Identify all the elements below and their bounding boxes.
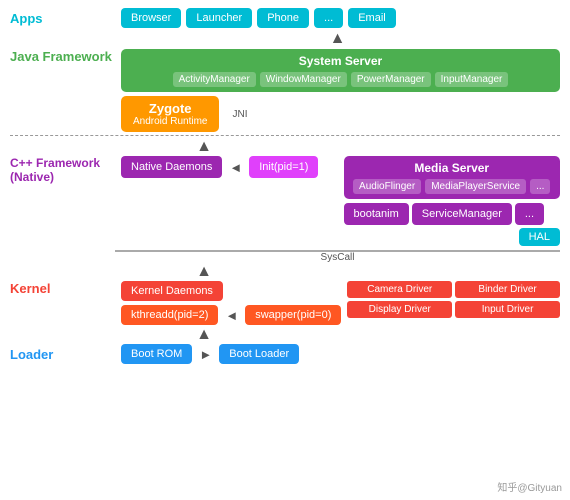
java-framework-content: System Server ActivityManager WindowMana… bbox=[121, 49, 560, 132]
boot-row: Boot ROM ► Boot Loader bbox=[121, 344, 560, 364]
kernel-left: Kernel Daemons kthreadd(pid=2) ◄ swapper… bbox=[121, 281, 341, 325]
cpp-right: Media Server AudioFlinger MediaPlayerSer… bbox=[344, 156, 561, 246]
audio-flinger: AudioFlinger bbox=[353, 179, 421, 194]
java-framework-label: Java Framework bbox=[10, 49, 115, 64]
kernel-right: Camera Driver Binder Driver Display Driv… bbox=[347, 281, 560, 318]
kernel-label: Kernel bbox=[10, 281, 115, 296]
service-manager-box: ServiceManager bbox=[412, 203, 512, 225]
zygote-title: Zygote bbox=[133, 101, 207, 116]
java-framework-layer: Java Framework System Server ActivityMan… bbox=[10, 49, 560, 132]
driver-grid: Camera Driver Binder Driver Display Driv… bbox=[347, 281, 560, 318]
boot-rom-box: Boot ROM bbox=[121, 344, 192, 364]
media-server-items: AudioFlinger MediaPlayerService ... bbox=[352, 179, 553, 194]
window-manager: WindowManager bbox=[260, 72, 347, 87]
media-server-box: Media Server AudioFlinger MediaPlayerSer… bbox=[344, 156, 561, 199]
apps-layer: Apps Browser Launcher Phone ... Email bbox=[10, 8, 560, 28]
kernel-daemons-row: Kernel Daemons bbox=[121, 281, 341, 301]
hal-box: HAL bbox=[519, 228, 560, 246]
binder-driver: Binder Driver bbox=[455, 281, 560, 298]
bootanim-box: bootanim bbox=[344, 203, 409, 225]
apps-content: Browser Launcher Phone ... Email bbox=[121, 8, 560, 28]
phone-box: Phone bbox=[257, 8, 309, 28]
watermark: 知乎@Gityuan bbox=[497, 479, 562, 494]
cpp-framework-label: C++ Framework (Native) bbox=[10, 156, 115, 184]
zygote-row: Zygote Android Runtime JNI bbox=[121, 96, 560, 132]
bootanim-row: bootanim ServiceManager ... bbox=[344, 203, 561, 225]
loader-content: Boot ROM ► Boot Loader bbox=[121, 344, 560, 364]
display-driver: Display Driver bbox=[347, 301, 452, 318]
media-player-service: MediaPlayerService bbox=[425, 179, 526, 194]
power-manager: PowerManager bbox=[351, 72, 431, 87]
launcher-box: Launcher bbox=[186, 8, 252, 28]
email-box: Email bbox=[348, 8, 396, 28]
media-server-title: Media Server bbox=[352, 161, 553, 175]
kthreadd-box: kthreadd(pid=2) bbox=[121, 305, 218, 325]
zygote-box: Zygote Android Runtime bbox=[121, 96, 219, 132]
syscall-row: SysCall bbox=[10, 248, 560, 263]
camera-driver: Camera Driver bbox=[347, 281, 452, 298]
system-server-items: ActivityManager WindowManager PowerManag… bbox=[129, 72, 552, 87]
kthreadd-row: kthreadd(pid=2) ◄ swapper(pid=0) bbox=[121, 305, 341, 325]
apps-row: Browser Launcher Phone ... Email bbox=[121, 8, 560, 28]
cpp-framework-content: Native Daemons ◄ Init(pid=1) Media Serve… bbox=[121, 156, 560, 246]
hal-row: HAL bbox=[344, 228, 561, 246]
native-daemons-row: Native Daemons ◄ Init(pid=1) bbox=[121, 156, 338, 178]
jni-label: JNI bbox=[232, 109, 247, 120]
apps-to-java-arrow: ▲ bbox=[10, 31, 560, 47]
android-architecture-diagram: Apps Browser Launcher Phone ... Email ▲ … bbox=[0, 0, 570, 500]
loader-arrow: ► bbox=[199, 347, 212, 362]
syscall-label: SysCall bbox=[115, 252, 560, 263]
apps-label: Apps bbox=[10, 11, 115, 26]
cpp-framework-layer: C++ Framework (Native) Native Daemons ◄ … bbox=[10, 156, 560, 246]
browser-box: Browser bbox=[121, 8, 181, 28]
kernel-layer: Kernel Kernel Daemons kthreadd(pid=2) ◄ … bbox=[10, 281, 560, 325]
cpp-left: Native Daemons ◄ Init(pid=1) bbox=[121, 156, 338, 182]
activity-manager: ActivityManager bbox=[173, 72, 256, 87]
media-dots: ... bbox=[530, 179, 550, 194]
kernel-arrow: ◄ bbox=[225, 308, 238, 323]
system-server-box: System Server ActivityManager WindowMana… bbox=[121, 49, 560, 92]
dashed-separator-1 bbox=[10, 135, 560, 136]
input-manager: InputManager bbox=[435, 72, 509, 87]
dots-box: ... bbox=[314, 8, 343, 28]
arrow-left-1: ◄ bbox=[229, 160, 242, 175]
input-driver: Input Driver bbox=[455, 301, 560, 318]
init-box: Init(pid=1) bbox=[249, 156, 318, 178]
kernel-to-loader-arrow: ▲ bbox=[10, 327, 560, 343]
zygote-subtitle: Android Runtime bbox=[133, 116, 207, 127]
native-daemons-box: Native Daemons bbox=[121, 156, 222, 178]
loader-layer: Loader Boot ROM ► Boot Loader bbox=[10, 344, 560, 364]
kernel-content: Kernel Daemons kthreadd(pid=2) ◄ swapper… bbox=[121, 281, 560, 325]
system-server-title: System Server bbox=[129, 54, 552, 68]
java-to-cpp-arrow: ▲ bbox=[10, 139, 560, 155]
boot-loader-box: Boot Loader bbox=[219, 344, 299, 364]
loader-label: Loader bbox=[10, 347, 115, 362]
kernel-daemons-box: Kernel Daemons bbox=[121, 281, 223, 301]
cpp-to-kernel-arrow: ▲ bbox=[10, 264, 560, 280]
cpp-dots-box: ... bbox=[515, 203, 544, 225]
swapper-box: swapper(pid=0) bbox=[245, 305, 341, 325]
